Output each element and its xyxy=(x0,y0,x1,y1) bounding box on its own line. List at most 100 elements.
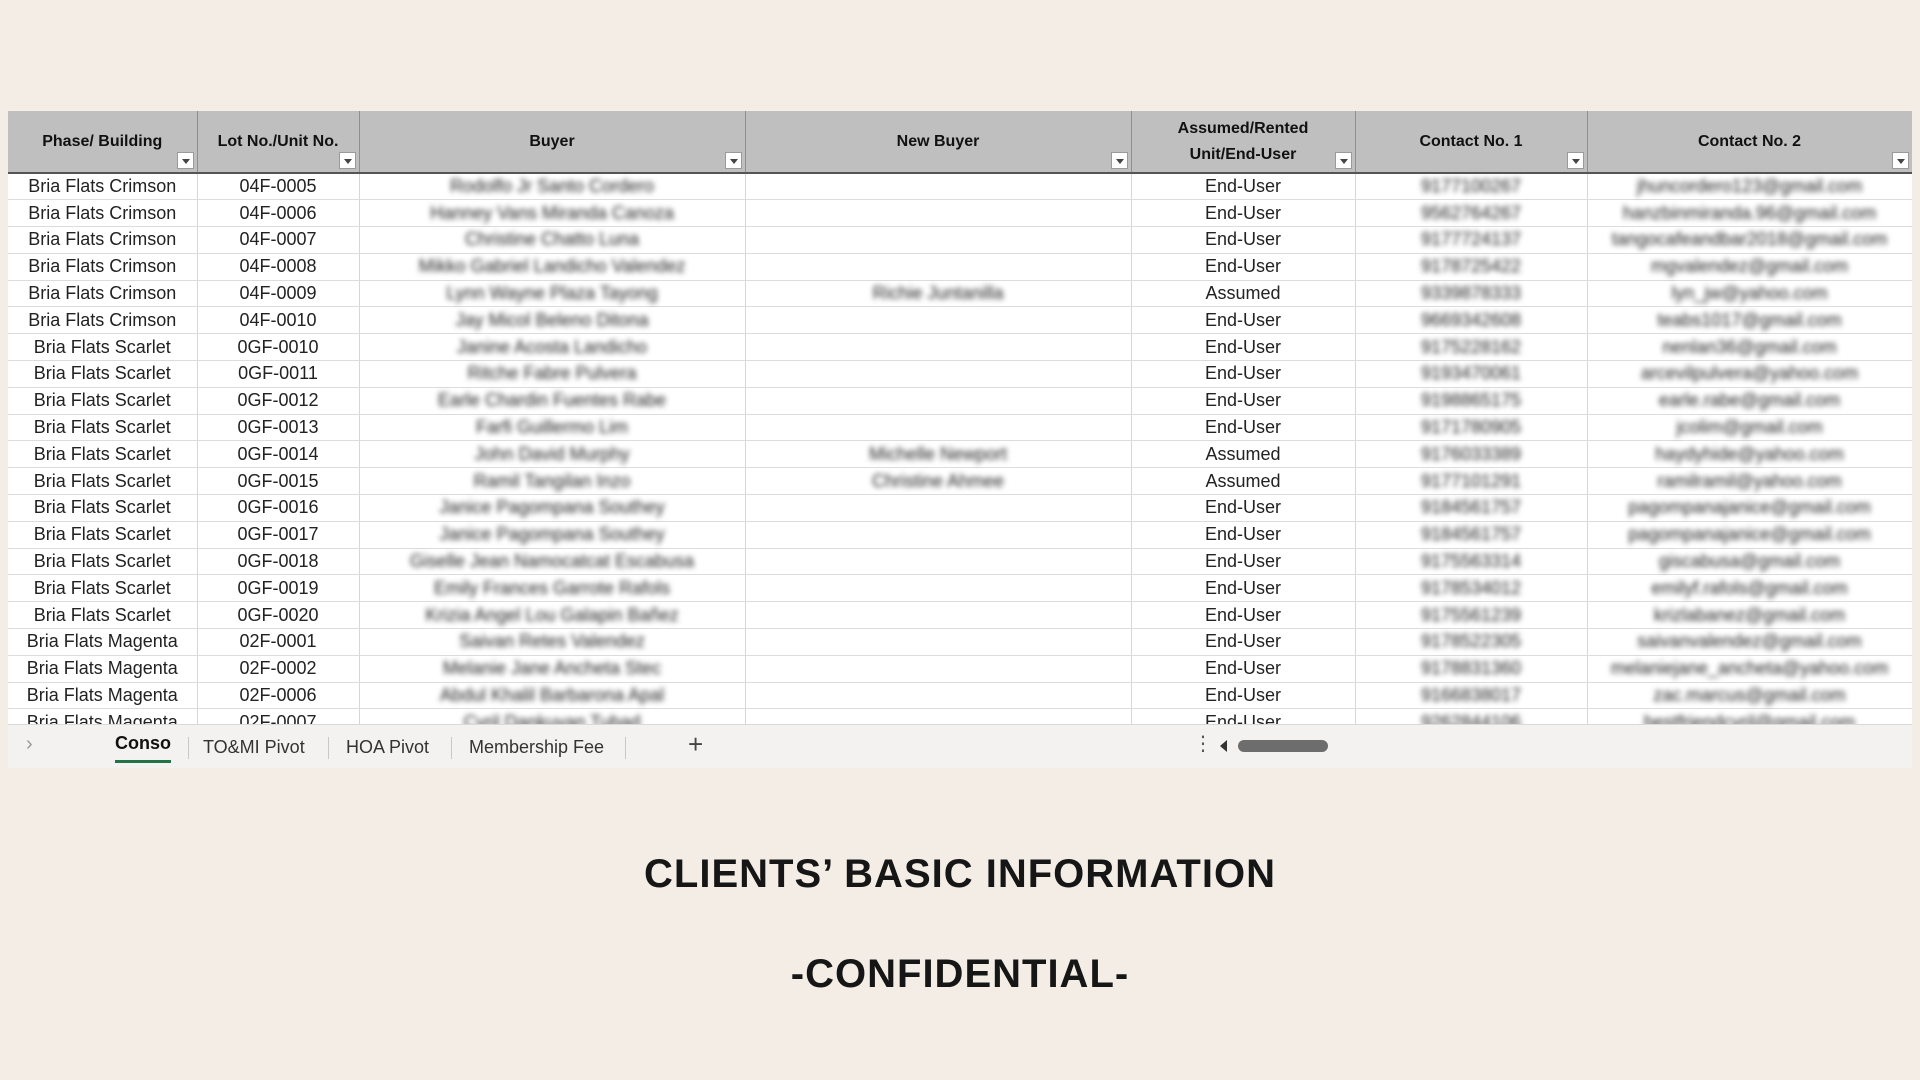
cell-new-buyer[interactable]: Michelle Newport xyxy=(745,440,1132,469)
cell-lot-unit[interactable]: 02F-0001 xyxy=(197,628,360,656)
cell-phase-building[interactable]: Bria Flats Scarlet xyxy=(8,440,198,469)
cell-contact-1[interactable]: 9166838017 xyxy=(1355,682,1588,710)
cell-new-buyer[interactable]: Christine Ahmee xyxy=(745,467,1132,496)
cell-contact-1[interactable]: 9178534012 xyxy=(1355,574,1588,603)
sheet-tab-membership-fee[interactable]: Membership Fee xyxy=(469,735,604,759)
cell-lot-unit[interactable]: 0GF-0011 xyxy=(197,360,360,388)
cell-contact-1[interactable]: 9178725422 xyxy=(1355,253,1588,281)
cell-contact-1[interactable]: 9176033389 xyxy=(1355,440,1588,469)
cell-buyer[interactable]: Lynn Wayne Plaza Tayong xyxy=(359,280,746,308)
cell-assumed-rented[interactable]: End-User xyxy=(1131,682,1356,710)
cell-new-buyer[interactable] xyxy=(745,682,1132,710)
cell-buyer[interactable]: Abdul Khalil Barbarona Apal xyxy=(359,682,746,710)
cell-contact-1[interactable]: 9198865175 xyxy=(1355,387,1588,415)
cell-assumed-rented[interactable]: End-User xyxy=(1131,548,1356,576)
cell-new-buyer[interactable] xyxy=(745,548,1132,576)
cell-contact-2[interactable]: pagompanajanice@gmail.com xyxy=(1587,494,1912,522)
cell-contact-2[interactable]: tangocafeandbar2018@gmail.com xyxy=(1587,226,1912,254)
cell-phase-building[interactable]: Bria Flats Scarlet xyxy=(8,601,198,630)
scroll-left-arrow-icon[interactable] xyxy=(1220,740,1227,752)
cell-buyer[interactable]: Melanie Jane Ancheta Stec xyxy=(359,655,746,683)
filter-dropdown-icon[interactable] xyxy=(1566,152,1584,169)
cell-assumed-rented[interactable]: End-User xyxy=(1131,360,1356,388)
cell-new-buyer[interactable] xyxy=(745,360,1132,388)
more-options-icon[interactable]: ⋮ xyxy=(1193,731,1213,756)
sheet-tab-tomi-pivot[interactable]: TO&MI Pivot xyxy=(203,735,305,759)
cell-new-buyer[interactable] xyxy=(745,199,1132,228)
cell-contact-2[interactable]: melaniejane_ancheta@yahoo.com xyxy=(1587,655,1912,683)
cell-lot-unit[interactable]: 0GF-0013 xyxy=(197,414,360,442)
cell-buyer[interactable]: Janine Acosta Landicho xyxy=(359,333,746,362)
filter-dropdown-icon[interactable] xyxy=(1110,152,1128,169)
cell-contact-2[interactable]: zac.marcus@gmail.com xyxy=(1587,682,1912,710)
cell-contact-2[interactable]: mgvalendez@gmail.com xyxy=(1587,253,1912,281)
cell-phase-building[interactable]: Bria Flats Crimson xyxy=(8,306,198,335)
cell-phase-building[interactable]: Bria Flats Scarlet xyxy=(8,548,198,576)
cell-new-buyer[interactable] xyxy=(745,494,1132,522)
cell-new-buyer[interactable] xyxy=(745,574,1132,603)
horizontal-scrollbar-thumb[interactable] xyxy=(1238,740,1328,752)
cell-phase-building[interactable]: Bria Flats Magenta xyxy=(8,682,198,710)
cell-new-buyer[interactable]: Richie Juntanilla xyxy=(745,280,1132,308)
cell-buyer[interactable]: Ramil Tangilan Inzo xyxy=(359,467,746,496)
cell-assumed-rented[interactable]: Assumed xyxy=(1131,280,1356,308)
sheet-tab-hoa-pivot[interactable]: HOA Pivot xyxy=(346,735,429,759)
cell-assumed-rented[interactable]: End-User xyxy=(1131,333,1356,362)
cell-contact-1[interactable]: 9175561239 xyxy=(1355,601,1588,630)
cell-contact-2[interactable]: teabs1017@gmail.com xyxy=(1587,306,1912,335)
cell-contact-1[interactable]: 9178831360 xyxy=(1355,655,1588,683)
sheet-tab-conso[interactable]: Conso xyxy=(115,731,171,763)
cell-buyer[interactable]: Mikko Gabriel Landicho Valendez xyxy=(359,253,746,281)
cell-contact-1[interactable]: 9193470061 xyxy=(1355,360,1588,388)
cell-buyer[interactable]: Rodolfo Jr Santo Cordero xyxy=(359,173,746,201)
cell-buyer[interactable]: Janice Pagompana Southey xyxy=(359,494,746,522)
cell-assumed-rented[interactable]: End-User xyxy=(1131,199,1356,228)
cell-new-buyer[interactable] xyxy=(745,333,1132,362)
cell-new-buyer[interactable] xyxy=(745,173,1132,201)
cell-new-buyer[interactable] xyxy=(745,708,1132,724)
cell-phase-building[interactable]: Bria Flats Scarlet xyxy=(8,574,198,603)
cell-assumed-rented[interactable]: End-User xyxy=(1131,306,1356,335)
filter-dropdown-icon[interactable] xyxy=(338,152,356,169)
cell-lot-unit[interactable]: 0GF-0014 xyxy=(197,440,360,469)
cell-assumed-rented[interactable]: End-User xyxy=(1131,253,1356,281)
cell-lot-unit[interactable]: 04F-0009 xyxy=(197,280,360,308)
cell-lot-unit[interactable]: 04F-0007 xyxy=(197,226,360,254)
cell-buyer[interactable]: Earle Chardin Fuentes Rabe xyxy=(359,387,746,415)
cell-new-buyer[interactable] xyxy=(745,387,1132,415)
cell-contact-2[interactable]: emilyf.rafols@gmail.com xyxy=(1587,574,1912,603)
cell-buyer[interactable]: Emily Frances Garrote Rafols xyxy=(359,574,746,603)
cell-new-buyer[interactable] xyxy=(745,414,1132,442)
cell-assumed-rented[interactable]: End-User xyxy=(1131,494,1356,522)
cell-contact-1[interactable]: 9171780905 xyxy=(1355,414,1588,442)
cell-contact-1[interactable]: 9184561757 xyxy=(1355,521,1588,549)
cell-contact-2[interactable]: pagompanajanice@gmail.com xyxy=(1587,521,1912,549)
cell-phase-building[interactable]: Bria Flats Scarlet xyxy=(8,494,198,522)
cell-buyer[interactable]: Cyril Dankuyan Tubad xyxy=(359,708,746,724)
cell-phase-building[interactable]: Bria Flats Scarlet xyxy=(8,387,198,415)
cell-contact-2[interactable]: jcolim@gmail.com xyxy=(1587,414,1912,442)
cell-buyer[interactable]: Jay Micol Beleno Ditona xyxy=(359,306,746,335)
cell-contact-2[interactable]: giscabusa@gmail.com xyxy=(1587,548,1912,576)
cell-contact-2[interactable]: haydyhide@yahoo.com xyxy=(1587,440,1912,469)
cell-lot-unit[interactable]: 0GF-0010 xyxy=(197,333,360,362)
cell-assumed-rented[interactable]: Assumed xyxy=(1131,467,1356,496)
cell-contact-2[interactable]: ramilramil@yahoo.com xyxy=(1587,467,1912,496)
cell-contact-1[interactable]: 9177101291 xyxy=(1355,467,1588,496)
cell-contact-1[interactable]: 9562764267 xyxy=(1355,199,1588,228)
cell-buyer[interactable]: John David Murphy xyxy=(359,440,746,469)
cell-new-buyer[interactable] xyxy=(745,628,1132,656)
cell-phase-building[interactable]: Bria Flats Magenta xyxy=(8,655,198,683)
cell-assumed-rented[interactable]: End-User xyxy=(1131,628,1356,656)
cell-buyer[interactable]: Krizia Angel Lou Galapin Bañez xyxy=(359,601,746,630)
filter-dropdown-icon[interactable] xyxy=(724,152,742,169)
cell-contact-1[interactable]: 9177100267 xyxy=(1355,173,1588,201)
cell-lot-unit[interactable]: 0GF-0019 xyxy=(197,574,360,603)
cell-lot-unit[interactable]: 0GF-0016 xyxy=(197,494,360,522)
cell-assumed-rented[interactable]: End-User xyxy=(1131,521,1356,549)
cell-contact-2[interactable]: nenlan36@gmail.com xyxy=(1587,333,1912,362)
cell-assumed-rented[interactable]: End-User xyxy=(1131,226,1356,254)
cell-phase-building[interactable]: Bria Flats Scarlet xyxy=(8,467,198,496)
cell-contact-1[interactable]: 9175228162 xyxy=(1355,333,1588,362)
cell-lot-unit[interactable]: 02F-0006 xyxy=(197,682,360,710)
